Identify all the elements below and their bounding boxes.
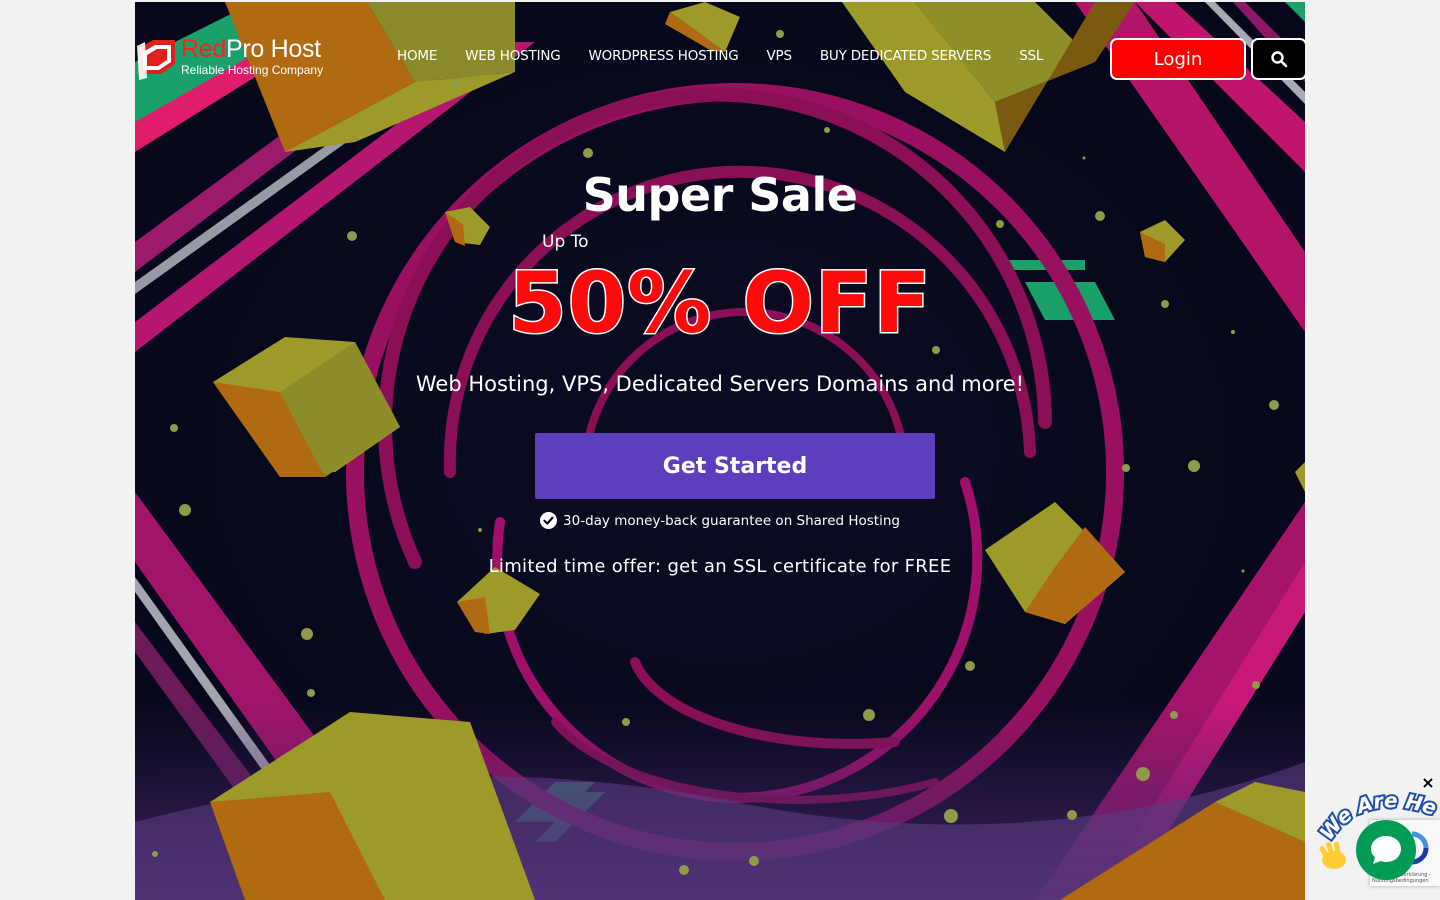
chat-bubble-icon (1371, 836, 1401, 864)
waving-hand-icon (1319, 841, 1346, 869)
hero-discount: 50% OFF (507, 253, 932, 354)
nav-item-vps[interactable]: VPS (767, 48, 793, 70)
guarantee-note: 30-day money-back guarantee on Shared Ho… (135, 512, 1305, 529)
search-button[interactable] (1251, 38, 1305, 80)
hero-title: Super Sale (582, 168, 858, 222)
nav-item-wordpress-hosting[interactable]: WORDPRESS HOSTING (589, 48, 739, 70)
check-circle-icon (540, 512, 558, 529)
nav-item-home[interactable]: HOME (397, 48, 437, 70)
ssl-offer-text: Limited time offer: get an SSL certifica… (488, 556, 952, 577)
hero-subtitle: Web Hosting, VPS, Dedicated Servers Doma… (415, 372, 1025, 396)
brand-logo[interactable]: RedPro Host Reliable Hosting Company (135, 34, 335, 84)
login-button[interactable]: Login (1110, 38, 1246, 80)
get-started-button[interactable]: Get Started (535, 433, 935, 499)
brand-tagline: Reliable Hosting Company (181, 63, 324, 77)
brand-name: RedPro Host (181, 35, 321, 63)
close-widget-button[interactable]: × (1419, 774, 1437, 792)
logo-mark-icon (137, 40, 175, 80)
search-icon (1271, 51, 1288, 68)
hero-banner: RedPro Host Reliable Hosting Company HOM… (135, 2, 1305, 900)
nav-item-web-hosting[interactable]: WEB HOSTING (465, 48, 561, 70)
hero-up-to: Up To (542, 232, 589, 252)
chat-button[interactable] (1356, 820, 1416, 880)
nav-item-ssl[interactable]: SSL (1019, 48, 1043, 70)
guarantee-text: 30-day money-back guarantee on Shared Ho… (563, 512, 900, 529)
main-nav: HOME WEB HOSTING WORDPRESS HOSTING VPS B… (397, 48, 1043, 70)
nav-item-dedicated-servers[interactable]: BUY DEDICATED SERVERS (820, 48, 992, 70)
site-header: RedPro Host Reliable Hosting Company HOM… (135, 2, 1305, 112)
